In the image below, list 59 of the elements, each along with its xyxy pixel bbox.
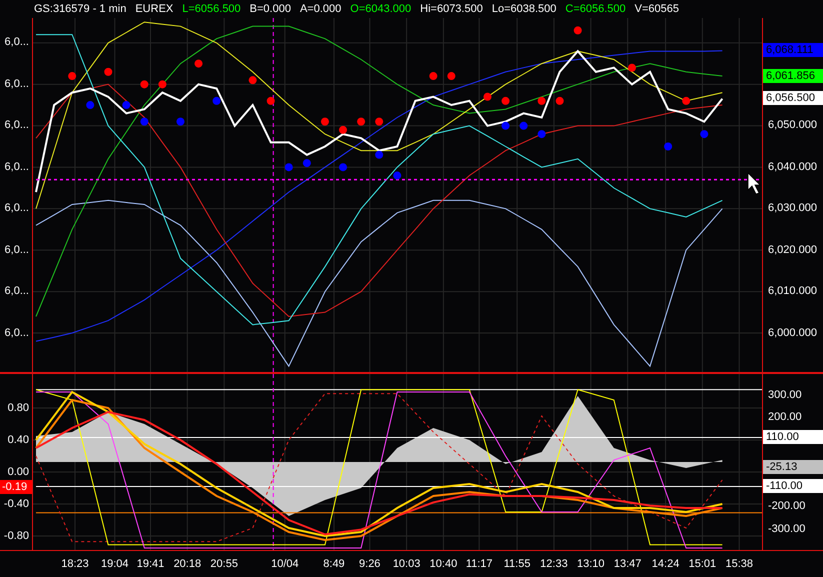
axis-label: -300.00: [768, 522, 806, 536]
axis-label: 10:40: [428, 556, 458, 571]
axis-label: 19:41: [136, 556, 166, 571]
axis-label: 15:38: [724, 556, 754, 571]
axis-label: 0.40: [8, 432, 29, 447]
axis-label: 0.00: [8, 464, 29, 479]
axis-label: 6,0...: [4, 76, 29, 91]
axis-label: 6,0...: [4, 160, 29, 174]
axis-label: 11:17: [464, 556, 494, 571]
axis-label: 6,0...: [4, 242, 29, 257]
header-text: Hi=6073.500: [420, 2, 483, 16]
value-tag: -0.19: [0, 480, 32, 494]
pointer-icon: [748, 172, 761, 194]
axis-label: 200.00: [768, 410, 802, 424]
header-text: L=6056.500: [182, 2, 241, 16]
axis-label: 6,010.000: [768, 284, 817, 298]
axis-label: 13:47: [612, 556, 642, 571]
value-tag: 110.00: [763, 430, 823, 444]
axis-label: 13:10: [576, 556, 606, 571]
header-text: C=6056.500: [565, 2, 626, 16]
axis-label: 9:26: [358, 556, 382, 571]
axis-label: 20:55: [209, 556, 239, 571]
price-tag: 6,068.111: [763, 43, 823, 58]
header-text: A=0.000: [300, 2, 342, 16]
axis-label: 6,0...: [4, 326, 29, 340]
axis-label: 14:24: [650, 556, 680, 571]
value-tag: -110.00: [763, 479, 823, 494]
axis-label: 6,0...: [4, 118, 29, 132]
value-tag: -25.13: [763, 460, 823, 474]
axis-label: 6,050.000: [768, 118, 817, 132]
axis-label: 6,040.000: [768, 160, 817, 174]
axis-label: 10:03: [392, 556, 422, 571]
price-tag: 6,061.856: [763, 69, 823, 84]
axis-label: 18:23: [60, 556, 90, 571]
axis-label: -200.00: [768, 499, 806, 514]
axis-label: 8:49: [322, 556, 346, 571]
axis-label: 20:18: [172, 556, 202, 571]
header-text: O=6043.000: [350, 2, 412, 16]
header-text: Lo=6038.500: [492, 2, 556, 16]
axis-label: 0.80: [8, 400, 29, 415]
header-text: B=0.000: [250, 2, 291, 16]
price-tag: 6,056.500: [763, 91, 823, 106]
axis-label: 6,0...: [4, 201, 29, 216]
axis-label: 15:01: [688, 556, 718, 571]
axis-label: 11:55: [502, 556, 532, 571]
axis-label: 19:04: [100, 556, 130, 571]
axis-label: 6,030.000: [768, 201, 817, 216]
axis-label: 6,0...: [4, 35, 29, 50]
axis-label: 6,020.000: [768, 242, 817, 257]
header-text: EUREX: [135, 2, 174, 16]
axis-label: 6,000.000: [768, 326, 817, 340]
header-text: V=60565: [634, 2, 679, 16]
header-text: GS:316579 - 1 min: [34, 2, 126, 16]
axis-label: 10/04: [270, 556, 300, 571]
axis-label: -0.40: [4, 496, 29, 511]
axis-label: 6,0...: [4, 284, 29, 298]
axis-label: 12:33: [539, 556, 569, 571]
axis-label: 300.00: [768, 388, 802, 402]
axis-label: -0.80: [4, 528, 29, 543]
